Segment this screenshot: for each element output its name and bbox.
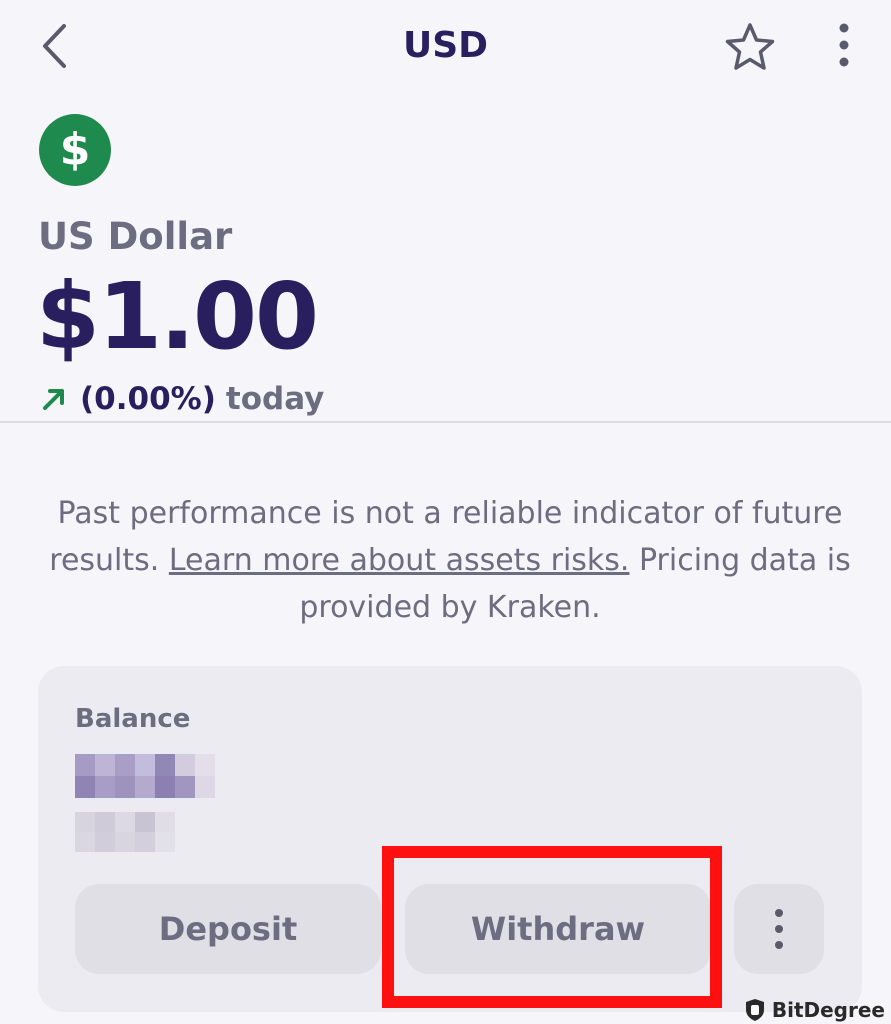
arrow-up-right-icon xyxy=(43,389,64,410)
more-options-button[interactable] xyxy=(824,18,864,74)
star-icon xyxy=(725,23,775,70)
change-percent: (0.00%) xyxy=(80,381,216,417)
balance-label: Balance xyxy=(75,704,191,734)
divider xyxy=(0,421,891,423)
deposit-button[interactable]: Deposit xyxy=(75,884,381,974)
risk-disclaimer: Past performance is not a reliable indic… xyxy=(40,490,860,631)
watermark: BitDegree xyxy=(744,998,885,1022)
redacted-balance-secondary xyxy=(75,812,175,852)
asset-name: US Dollar xyxy=(38,215,233,258)
dollar-coin-icon: $ xyxy=(39,114,111,186)
asset-detail-screen: USD $ US Dollar $1.00 (0.00%) today Past… xyxy=(0,0,891,1024)
asset-risks-link[interactable]: Learn more about assets risks. xyxy=(169,543,630,578)
price-change: (0.00%) today xyxy=(40,378,324,420)
favorite-button[interactable] xyxy=(722,20,778,76)
asset-price: $1.00 xyxy=(36,263,319,370)
shield-logo-icon xyxy=(745,999,764,1021)
vertical-dots-icon xyxy=(839,23,849,67)
redacted-balance-amount xyxy=(75,754,215,798)
watermark-text: BitDegree xyxy=(771,998,885,1022)
change-period: today xyxy=(225,381,325,417)
withdraw-highlight-annotation xyxy=(382,846,722,1008)
balance-more-button[interactable] xyxy=(734,884,824,974)
vertical-dots-icon xyxy=(775,909,783,949)
